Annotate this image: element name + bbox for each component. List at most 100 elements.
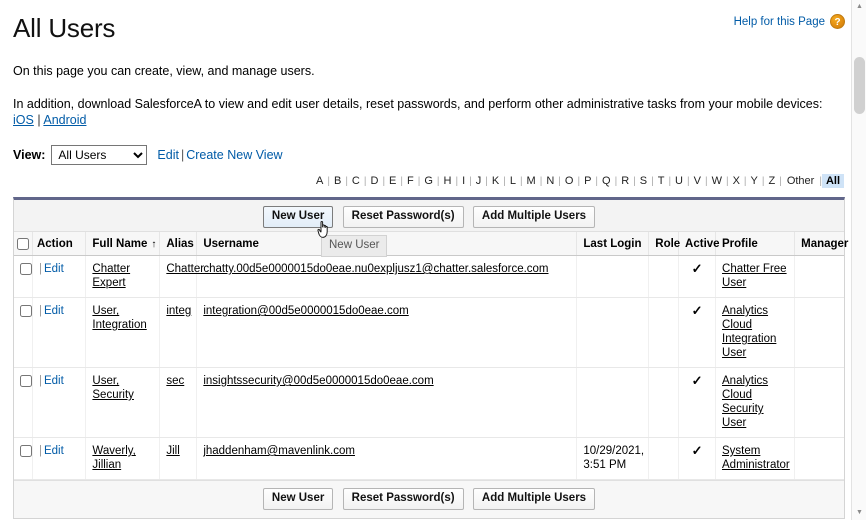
alphabet-filter-top-y[interactable]: Y	[747, 175, 762, 187]
alphabet-filter-top-other[interactable]: Other	[782, 175, 820, 187]
alphabet-filter-top-b[interactable]: B	[330, 175, 345, 187]
row-select-checkbox[interactable]	[20, 445, 32, 458]
profile-link[interactable]: Chatter Free User	[722, 263, 787, 289]
alphabet-filter-top-m[interactable]: M	[523, 175, 540, 187]
edit-link[interactable]: Edit	[44, 305, 64, 317]
alphabet-filter-top-j[interactable]: J	[472, 175, 486, 187]
ios-link[interactable]: iOS	[13, 113, 34, 127]
alphabet-filter-top-w[interactable]: W	[708, 175, 726, 187]
active-checkmark-icon: ✓	[691, 443, 703, 458]
help-for-this-page-link[interactable]: Help for this Page	[734, 16, 825, 28]
full-name-link[interactable]: Chatter Expert	[92, 263, 130, 289]
new-user-button[interactable]: New User	[262, 206, 334, 228]
username-link[interactable]: chatty.00d5e0000015do0eae.nu0expljusz1@c…	[203, 263, 548, 275]
add-multiple-users-button[interactable]: Add Multiple Users	[472, 206, 596, 228]
reset-passwords-button[interactable]: Reset Password(s)	[342, 206, 464, 228]
row-select-cell	[14, 437, 33, 480]
profile-link[interactable]: Analytics Cloud Security User	[722, 375, 768, 429]
row-select-cell	[14, 255, 33, 298]
column-header-alias[interactable]: Alias	[159, 232, 198, 256]
alphabet-filter-top-q[interactable]: Q	[598, 175, 615, 187]
column-header-profile[interactable]: Profile	[715, 232, 796, 256]
alphabet-filter-top-v[interactable]: V	[690, 175, 705, 187]
page-root: Help for this Page ? All Users On this p…	[0, 0, 866, 520]
edit-view-link[interactable]: Edit	[157, 148, 179, 162]
alias-link[interactable]: integ	[166, 305, 191, 317]
alphabet-filter-top-h[interactable]: H	[440, 175, 456, 187]
row-action-cell: | Edit	[32, 367, 87, 438]
profile-link[interactable]: Analytics Cloud Integration User	[722, 305, 776, 359]
question-mark-icon[interactable]: ?	[830, 14, 845, 29]
scrollbar-thumb[interactable]	[854, 57, 865, 114]
manager-cell	[794, 367, 844, 438]
username-cell: insightssecurity@00d5e0000015do0eae.com	[196, 367, 578, 438]
list-toolbar-top: New User Reset Password(s) Add Multiple …	[14, 200, 844, 257]
username-link[interactable]: integration@00d5e0000015do0eae.com	[203, 305, 408, 317]
username-cell: jhaddenham@mavenlink.com	[196, 437, 578, 480]
alias-link[interactable]: sec	[166, 375, 184, 387]
alias-link[interactable]: Chatter	[166, 263, 204, 275]
alphabet-filter-top-c[interactable]: C	[348, 175, 364, 187]
alphabet-filter-top-o[interactable]: O	[561, 175, 578, 187]
row-select-checkbox[interactable]	[20, 263, 32, 276]
role-cell	[648, 367, 680, 438]
edit-link[interactable]: Edit	[44, 375, 64, 387]
username-link[interactable]: jhaddenham@mavenlink.com	[203, 445, 355, 457]
column-header-last-login[interactable]: Last Login	[576, 232, 650, 256]
alphabet-filter-top-d[interactable]: D	[366, 175, 382, 187]
profile-cell: Chatter Free User	[715, 255, 796, 298]
alphabet-filter-top-all[interactable]: All	[821, 174, 844, 188]
column-header-role[interactable]: Role	[648, 232, 680, 256]
column-header-active[interactable]: Active	[678, 232, 720, 256]
new-user-button-bottom[interactable]: New User	[262, 488, 334, 510]
add-multiple-users-button-bottom[interactable]: Add Multiple Users	[472, 488, 596, 510]
alphabet-filter-top-t[interactable]: T	[654, 175, 669, 187]
alphabet-filter-top-x[interactable]: X	[729, 175, 744, 187]
page-scrollbar[interactable]: ▲ ▼	[851, 0, 866, 520]
column-header-full-name[interactable]: Full Name ↑	[85, 232, 161, 256]
scrollbar-down-arrow-icon[interactable]: ▼	[852, 506, 866, 520]
role-cell	[648, 297, 680, 368]
full-name-link[interactable]: User, Integration	[92, 305, 146, 331]
alphabet-filter-top-u[interactable]: U	[671, 175, 687, 187]
alphabet-filter-top-r[interactable]: R	[617, 175, 633, 187]
alphabet-filter-top-i[interactable]: I	[458, 175, 469, 187]
help-for-this-page[interactable]: Help for this Page ?	[734, 14, 845, 29]
view-select[interactable]: All Users	[51, 145, 148, 165]
scrollbar-up-arrow-icon[interactable]: ▲	[852, 0, 866, 14]
alias-link[interactable]: Jill	[166, 445, 179, 457]
username-link[interactable]: insightssecurity@00d5e0000015do0eae.com	[203, 375, 433, 387]
android-link[interactable]: Android	[43, 113, 86, 127]
username-cell: integration@00d5e0000015do0eae.com	[196, 297, 578, 368]
users-list-panel: New User Reset Password(s) Add Multiple …	[13, 197, 848, 519]
table-row: | Edit User, Integration integ integration@0…	[14, 297, 844, 368]
row-select-checkbox[interactable]	[20, 375, 32, 388]
select-all-checkbox[interactable]	[17, 238, 30, 250]
alphabet-filter-top-g[interactable]: G	[420, 175, 437, 187]
alphabet-filter-top-a[interactable]: A	[312, 175, 327, 187]
full-name-link[interactable]: User, Security	[92, 375, 134, 401]
alphabet-filter-top-l[interactable]: L	[506, 175, 520, 187]
column-header-select-all	[14, 232, 33, 256]
full-name-link[interactable]: Waverly, Jillian	[92, 445, 135, 471]
list-toolbar-bottom: New User Reset Password(s) Add Multiple …	[14, 480, 844, 518]
profile-link[interactable]: System Administrator	[722, 445, 790, 471]
alias-cell: integ	[159, 297, 198, 368]
full-name-cell: User, Integration	[85, 297, 161, 368]
reset-passwords-button-bottom[interactable]: Reset Password(s)	[342, 488, 464, 510]
alphabet-filter-top-e[interactable]: E	[385, 175, 400, 187]
alphabet-filter-top-z[interactable]: Z	[764, 175, 779, 187]
edit-link[interactable]: Edit	[44, 445, 64, 457]
column-header-manager[interactable]: Manager	[794, 232, 848, 256]
alphabet-filter-top-p[interactable]: P	[580, 175, 595, 187]
create-new-view-link[interactable]: Create New View	[186, 148, 282, 162]
alias-cell: sec	[159, 367, 198, 438]
edit-link[interactable]: Edit	[44, 263, 64, 275]
row-select-checkbox[interactable]	[20, 305, 32, 318]
profile-cell: Analytics Cloud Integration User	[715, 297, 796, 368]
alphabet-filter-top-n[interactable]: N	[542, 175, 558, 187]
alphabet-filter-top-s[interactable]: S	[636, 175, 651, 187]
page-title: All Users	[13, 13, 116, 43]
alphabet-filter-top-f[interactable]: F	[403, 175, 418, 187]
alphabet-filter-top-k[interactable]: K	[488, 175, 503, 187]
